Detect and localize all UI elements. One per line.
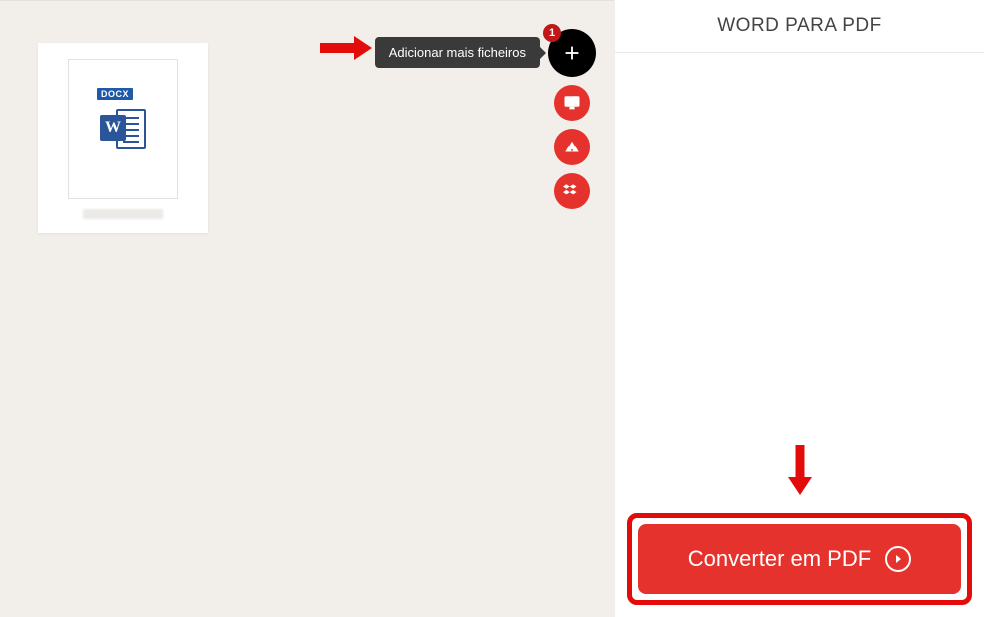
file-type-badge: DOCX <box>97 88 133 100</box>
add-from-dropbox-button[interactable] <box>554 173 590 209</box>
annotation-arrow-add <box>318 34 374 62</box>
workspace-panel: DOCX W Adicionar mais ficheiros 1 <box>0 0 614 617</box>
options-body <box>615 53 984 443</box>
word-icon: W <box>100 107 146 151</box>
convert-button-area: Converter em PDF <box>615 501 984 617</box>
convert-button-label: Converter em PDF <box>688 546 871 572</box>
annotation-arrow-convert <box>786 443 814 497</box>
dropbox-icon <box>563 182 581 200</box>
file-count-badge: 1 <box>543 24 561 42</box>
annotation-highlight-box: Converter em PDF <box>627 513 972 605</box>
add-from-computer-button[interactable] <box>554 85 590 121</box>
file-thumbnail[interactable]: DOCX W <box>38 43 208 233</box>
options-panel: WORD PARA PDF Converter em PDF <box>614 0 984 617</box>
google-drive-icon <box>563 138 581 156</box>
plus-icon <box>561 42 583 64</box>
arrow-right-circle-icon <box>885 546 911 572</box>
add-files-button-group: Adicionar mais ficheiros 1 <box>548 29 596 209</box>
add-from-drive-button[interactable] <box>554 129 590 165</box>
add-files-tooltip: Adicionar mais ficheiros <box>375 37 540 68</box>
desktop-icon <box>563 94 581 112</box>
file-name-placeholder <box>83 209 163 219</box>
convert-button[interactable]: Converter em PDF <box>638 524 961 594</box>
add-files-button[interactable]: Adicionar mais ficheiros 1 <box>548 29 596 77</box>
file-page-preview: DOCX W <box>68 59 178 199</box>
page-title: WORD PARA PDF <box>615 0 984 53</box>
